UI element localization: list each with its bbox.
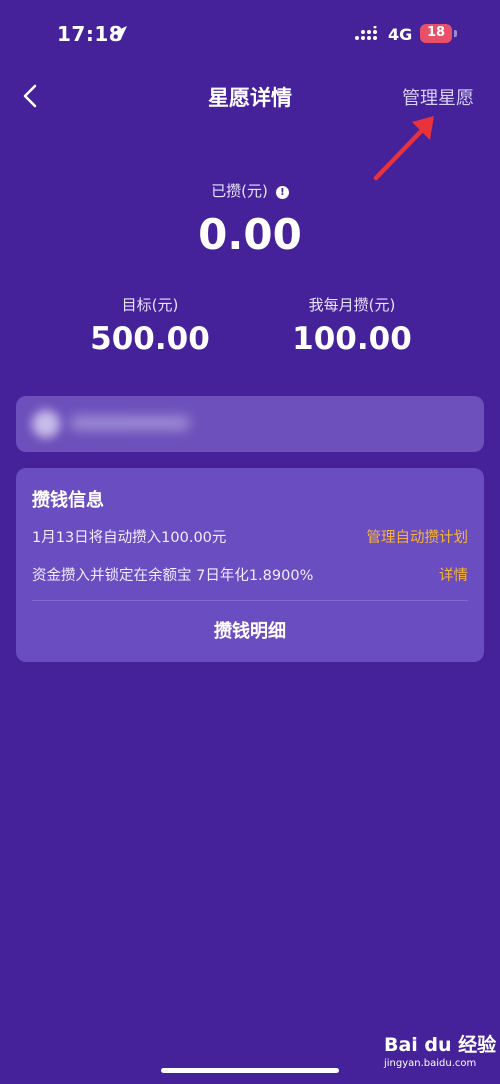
saved-label-text: 已攒(元) [211, 182, 268, 200]
saved-amount: 0.00 [198, 210, 302, 259]
target-label: 目标(元) [121, 296, 179, 314]
signal-icon [355, 26, 377, 40]
battery-level: 18 [426, 25, 446, 40]
divider [32, 600, 468, 601]
info-icon[interactable]: ! [275, 186, 289, 199]
saving-details-button[interactable]: 攒钱明细 [16, 602, 484, 662]
saved-label: 已攒(元)! [0, 180, 500, 201]
baidu-watermark: Bai du 经验 jingyan.baidu.com [384, 1030, 497, 1074]
battery-cap [454, 30, 457, 37]
network-type: 4G [388, 25, 413, 44]
status-bar: 17:18 4G 18 [0, 0, 500, 68]
target-amount: 500.00 [90, 321, 210, 357]
auto-save-text: 1月13日将自动攒入100.00元 [32, 530, 227, 546]
location-arrow-icon [113, 26, 127, 40]
manage-auto-plan-link[interactable]: 管理自动攒计划 [367, 526, 469, 547]
blurred-banner[interactable] [16, 396, 484, 452]
fund-lock-text: 资金攒入并锁定在余额宝 7日年化1.8900% [32, 568, 314, 584]
monthly-label: 我每月攒(元) [308, 296, 396, 314]
watermark-logo: Bai du 经验 [384, 1034, 497, 1056]
annotation-arrow-icon [373, 116, 434, 181]
battery-icon: 18 [420, 24, 452, 43]
details-link[interactable]: 详情 [439, 564, 468, 585]
target-stat: 目标(元) 500.00 [50, 294, 250, 357]
watermark-url: jingyan.baidu.com [384, 1058, 477, 1069]
saving-info-card: 攒钱信息 1月13日将自动攒入100.00元 管理自动攒计划 资金攒入并锁定在余… [16, 468, 484, 662]
home-indicator[interactable] [161, 1068, 339, 1073]
manage-wish-button[interactable]: 管理星愿 [402, 84, 474, 110]
blurred-text [70, 416, 190, 430]
monthly-stat: 我每月攒(元) 100.00 [252, 294, 452, 357]
card-title: 攒钱信息 [32, 490, 104, 511]
blurred-avatar [32, 410, 60, 438]
monthly-amount: 100.00 [292, 321, 412, 357]
